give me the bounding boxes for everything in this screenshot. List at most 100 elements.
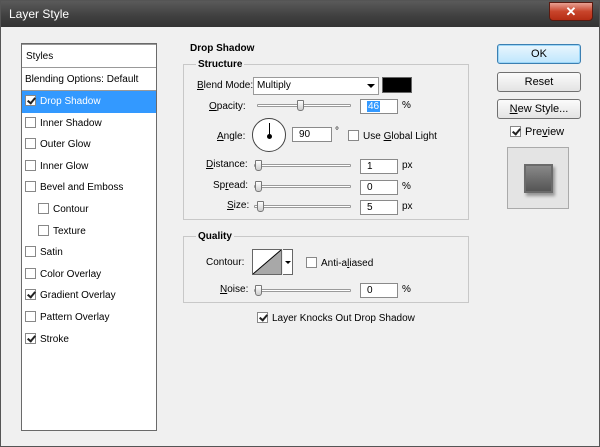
drop-shadow-title: Drop Shadow: [188, 43, 257, 54]
styles-item-label: Drop Shadow: [40, 96, 101, 107]
opacity-unit: %: [402, 100, 411, 111]
size-slider-thumb[interactable]: [256, 201, 264, 212]
size-slider[interactable]: [254, 201, 351, 212]
distance-input[interactable]: 1: [360, 159, 398, 174]
styles-item-contour[interactable]: Contour: [22, 199, 156, 221]
distance-label: Distance:: [206, 159, 248, 170]
shadow-color-swatch[interactable]: [382, 77, 412, 93]
styles-panel: Styles Blending Options: Default Drop Sh…: [21, 43, 157, 431]
styles-header[interactable]: Styles: [22, 44, 156, 68]
styles-item-label: Gradient Overlay: [40, 290, 116, 302]
styles-item-checkbox[interactable]: [25, 138, 36, 150]
styles-item-pattern-overlay[interactable]: Pattern Overlay: [22, 307, 156, 329]
styles-item-stroke[interactable]: Stroke: [22, 329, 156, 351]
contour-curve-icon: [252, 249, 282, 275]
styles-item-gradient-overlay[interactable]: Gradient Overlay: [22, 285, 156, 307]
styles-item-checkbox[interactable]: [25, 310, 36, 322]
styles-item-inner-glow[interactable]: Inner Glow: [22, 156, 156, 178]
style-preview-swatch: [524, 164, 553, 193]
blending-options-item[interactable]: Blending Options: Default: [22, 68, 156, 91]
layer-style-dialog: Layer Style ✕ Styles Blending Options: D…: [0, 0, 600, 447]
anti-aliased-label: Anti-aliased: [321, 258, 374, 269]
styles-item-checkbox[interactable]: [25, 289, 36, 301]
styles-item-inner-shadow[interactable]: Inner Shadow: [22, 113, 156, 135]
styles-list: Drop Shadow Inner Shadow Outer Glow Inner G…: [22, 91, 156, 350]
structure-title: Structure: [196, 59, 245, 70]
size-input[interactable]: 5: [360, 200, 398, 215]
styles-item-checkbox[interactable]: [38, 202, 49, 214]
styles-item-label: Inner Shadow: [40, 117, 102, 129]
styles-item-label: Inner Glow: [40, 160, 89, 172]
angle-label: Angle:: [217, 131, 246, 142]
preview-label: Preview: [525, 126, 565, 138]
styles-item-checkbox[interactable]: [25, 246, 36, 258]
styles-item-checkbox[interactable]: [25, 95, 36, 106]
styles-item-drop-shadow[interactable]: Drop Shadow: [22, 91, 156, 113]
chevron-down-icon: [367, 84, 375, 88]
knockout-checkbox[interactable]: [257, 312, 268, 323]
angle-dial-center: [267, 134, 272, 139]
opacity-slider[interactable]: [257, 100, 351, 111]
distance-slider-thumb[interactable]: [255, 160, 262, 171]
noise-slider-thumb[interactable]: [255, 285, 262, 296]
styles-item-satin[interactable]: Satin: [22, 242, 156, 264]
style-preview: [507, 147, 569, 209]
noise-unit: %: [402, 284, 411, 295]
styles-item-texture[interactable]: Texture: [22, 221, 156, 243]
styles-item-label: Pattern Overlay: [40, 311, 110, 323]
styles-item-outer-glow[interactable]: Outer Glow: [22, 134, 156, 156]
noise-slider[interactable]: [254, 285, 351, 296]
knockout-checkbox-wrap[interactable]: Layer Knocks Out Drop Shadow: [257, 312, 415, 324]
opacity-slider-thumb[interactable]: [297, 100, 305, 111]
angle-dial[interactable]: [252, 118, 286, 152]
new-style-button[interactable]: New Style...: [497, 99, 581, 119]
global-light-label: Use Global Light: [363, 131, 437, 142]
window-title: Layer Style: [9, 7, 70, 21]
blend-mode-select[interactable]: Multiply: [253, 77, 379, 95]
anti-aliased-checkbox-wrap[interactable]: Anti-aliased: [306, 257, 373, 269]
noise-input[interactable]: 0: [360, 283, 398, 298]
styles-item-bevel-and-emboss[interactable]: Bevel and Emboss: [22, 177, 156, 199]
preview-checkbox-wrap[interactable]: Preview: [510, 126, 564, 138]
styles-item-label: Outer Glow: [40, 139, 91, 151]
noise-label: Noise:: [220, 284, 249, 295]
anti-aliased-checkbox[interactable]: [306, 257, 317, 268]
close-button[interactable]: ✕: [549, 2, 593, 21]
chevron-down-icon: [285, 261, 291, 264]
contour-dropdown-button[interactable]: [283, 249, 293, 275]
preview-checkbox[interactable]: [510, 126, 521, 137]
spread-slider[interactable]: [254, 181, 351, 192]
contour-label: Contour:: [206, 257, 245, 268]
quality-title: Quality: [196, 231, 234, 242]
distance-slider[interactable]: [254, 160, 351, 171]
global-light-checkbox-wrap[interactable]: Use Global Light: [348, 130, 437, 142]
size-unit: px: [402, 201, 413, 212]
styles-item-checkbox[interactable]: [25, 332, 36, 344]
title-bar[interactable]: Layer Style ✕: [1, 1, 599, 27]
styles-item-label: Stroke: [40, 333, 69, 345]
contour-preview[interactable]: [252, 249, 282, 275]
blend-mode-value: Multiply: [257, 80, 291, 91]
styles-item-checkbox[interactable]: [25, 181, 36, 193]
opacity-input[interactable]: 46: [360, 99, 398, 114]
opacity-label: Opacity:: [209, 101, 246, 112]
angle-unit: °: [335, 126, 339, 137]
styles-item-label: Satin: [40, 247, 63, 259]
spread-input[interactable]: 0: [360, 180, 398, 195]
styles-item-label: Contour: [53, 203, 89, 215]
styles-item-checkbox[interactable]: [25, 116, 36, 128]
size-label: Size:: [227, 200, 250, 211]
styles-item-checkbox[interactable]: [25, 267, 36, 279]
spread-slider-thumb[interactable]: [255, 181, 262, 192]
styles-item-label: Bevel and Emboss: [40, 182, 124, 194]
blend-mode-label: Blend Mode:: [197, 80, 254, 91]
styles-item-checkbox[interactable]: [25, 159, 36, 171]
distance-unit: px: [402, 160, 413, 171]
knockout-label: Layer Knocks Out Drop Shadow: [272, 313, 415, 324]
styles-item-checkbox[interactable]: [38, 224, 49, 236]
styles-item-color-overlay[interactable]: Color Overlay: [22, 264, 156, 286]
ok-button[interactable]: OK: [497, 44, 581, 64]
global-light-checkbox[interactable]: [348, 130, 359, 141]
reset-button[interactable]: Reset: [497, 72, 581, 92]
angle-input[interactable]: 90: [292, 127, 332, 142]
